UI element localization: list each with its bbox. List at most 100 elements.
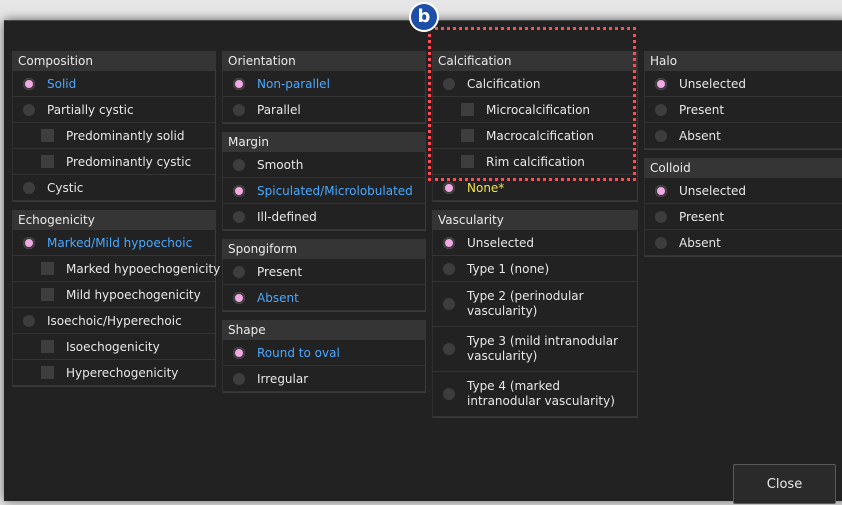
radio-icon[interactable] [443,262,455,275]
option-label: Parallel [257,102,301,117]
option-label: Present [679,102,725,117]
radio-icon[interactable] [233,103,245,116]
echogenicity-mild-hypo[interactable]: Mild hypoechogenicity [13,282,215,308]
checkbox-icon[interactable] [41,129,54,142]
calcification-macro[interactable]: Macrocalcification [433,123,637,149]
spongiform-absent[interactable]: Absent [223,285,425,311]
orientation-parallel[interactable]: Parallel [223,97,425,123]
radio-icon[interactable] [233,372,245,385]
checkbox-icon[interactable] [41,262,54,275]
radio-selected-icon[interactable] [655,77,667,90]
radio-icon[interactable] [23,314,35,327]
echogenicity-section: Marked/Mild hypoechoic Marked hypoechoge… [12,230,220,387]
echogenicity-iso-hyper[interactable]: Isoechoic/Hyperechoic [13,308,215,334]
shape-header: Shape [222,320,426,340]
echogenicity-hyper[interactable]: Hyperechogenicity [13,360,215,386]
radio-selected-icon[interactable] [233,77,245,90]
vascularity-unselected[interactable]: Unselected [433,230,637,256]
checkbox-icon[interactable] [41,155,54,168]
option-label: Marked/Mild hypoechoic [47,235,193,250]
checkbox-icon[interactable] [41,288,54,301]
composition-partially-cystic[interactable]: Partially cystic [13,97,215,123]
checkbox-icon[interactable] [461,155,474,168]
radio-icon[interactable] [233,265,245,278]
margin-ill-defined[interactable]: Ill-defined [223,204,425,230]
checkbox-icon[interactable] [41,340,54,353]
composition-solid[interactable]: Solid [13,71,215,97]
checkbox-icon[interactable] [41,366,54,379]
radio-selected-icon[interactable] [233,184,245,197]
echogenicity-marked-hypo[interactable]: Marked hypoechogenicity [13,256,220,282]
radio-icon[interactable] [233,158,245,171]
radio-selected-icon[interactable] [443,236,455,249]
option-label: Smooth [257,157,304,172]
composition-cystic[interactable]: Cystic [13,175,215,201]
vascularity-type-1[interactable]: Type 1 (none) [433,256,637,282]
radio-icon[interactable] [443,298,455,310]
colloid-header: Colloid [644,158,842,178]
close-button[interactable]: Close [733,464,836,504]
radio-icon[interactable] [655,210,667,223]
spongiform-header: Spongiform [222,239,426,259]
checkbox-icon[interactable] [461,129,474,142]
spongiform-present[interactable]: Present [223,259,425,285]
radio-icon[interactable] [443,388,455,400]
radio-icon[interactable] [23,103,35,116]
vascularity-type-3[interactable]: Type 3 (mild intranodular vascularity) [433,327,637,372]
radio-selected-icon[interactable] [655,184,667,197]
calcification-calcification[interactable]: Calcification [433,71,637,97]
option-label: Partially cystic [47,102,134,117]
shape-irregular[interactable]: Irregular [223,366,425,392]
radio-selected-icon[interactable] [23,236,35,249]
vascularity-section: Unselected Type 1 (none) Type 2 (perinod… [432,230,638,418]
option-label: Isoechoic/Hyperechoic [47,313,182,328]
halo-absent[interactable]: Absent [645,123,842,149]
radio-selected-icon[interactable] [233,346,245,359]
orientation-non-parallel[interactable]: Non-parallel [223,71,425,97]
radio-icon[interactable] [23,181,35,194]
option-label: Present [679,209,725,224]
radio-icon[interactable] [655,236,667,249]
radio-icon[interactable] [233,210,245,223]
radio-selected-icon[interactable] [233,291,245,304]
composition-predominantly-solid[interactable]: Predominantly solid [13,123,215,149]
margin-smooth[interactable]: Smooth [223,152,425,178]
checkbox-icon[interactable] [461,103,474,116]
shape-round-oval[interactable]: Round to oval [223,340,425,366]
colloid-unselected[interactable]: Unselected [645,178,842,204]
composition-predominantly-cystic[interactable]: Predominantly cystic [13,149,215,175]
calcification-micro[interactable]: Microcalcification [433,97,637,123]
margin-section: Smooth Spiculated/Microlobulated Ill-def… [222,152,426,231]
dialog-window: Composition Solid Partially cystic Predo… [4,20,842,504]
vascularity-type-4[interactable]: Type 4 (marked intranodular vascularity) [433,372,637,417]
spongiform-section: Present Absent [222,259,426,312]
margin-spiculated[interactable]: Spiculated/Microlobulated [223,178,425,204]
echogenicity-marked-mild[interactable]: Marked/Mild hypoechoic [13,230,215,256]
column-3: Calcification Calcification Microcalcifi… [432,51,638,418]
radio-selected-icon[interactable] [443,181,455,194]
option-label: Predominantly solid [66,128,185,143]
colloid-absent[interactable]: Absent [645,230,842,256]
radio-selected-icon[interactable] [23,77,35,90]
halo-unselected[interactable]: Unselected [645,71,842,97]
calcification-none[interactable]: None* [433,175,637,201]
orientation-header: Orientation [222,51,426,71]
radio-icon[interactable] [655,129,667,142]
option-label: Irregular [257,371,309,386]
radio-icon[interactable] [655,103,667,116]
option-label: Unselected [679,76,747,91]
colloid-present[interactable]: Present [645,204,842,230]
option-label: None* [467,180,505,195]
option-label: Mild hypoechogenicity [66,287,201,302]
calcification-header: Calcification [432,51,638,71]
radio-icon[interactable] [443,77,455,90]
composition-section: Solid Partially cystic Predominantly sol… [12,71,216,202]
calcification-rim[interactable]: Rim calcification [433,149,637,175]
halo-present[interactable]: Present [645,97,842,123]
option-label: Calcification [467,76,541,91]
vascularity-type-2[interactable]: Type 2 (perinodular vascularity) [433,282,637,327]
echogenicity-iso[interactable]: Isoechogenicity [13,334,215,360]
radio-icon[interactable] [443,343,455,355]
